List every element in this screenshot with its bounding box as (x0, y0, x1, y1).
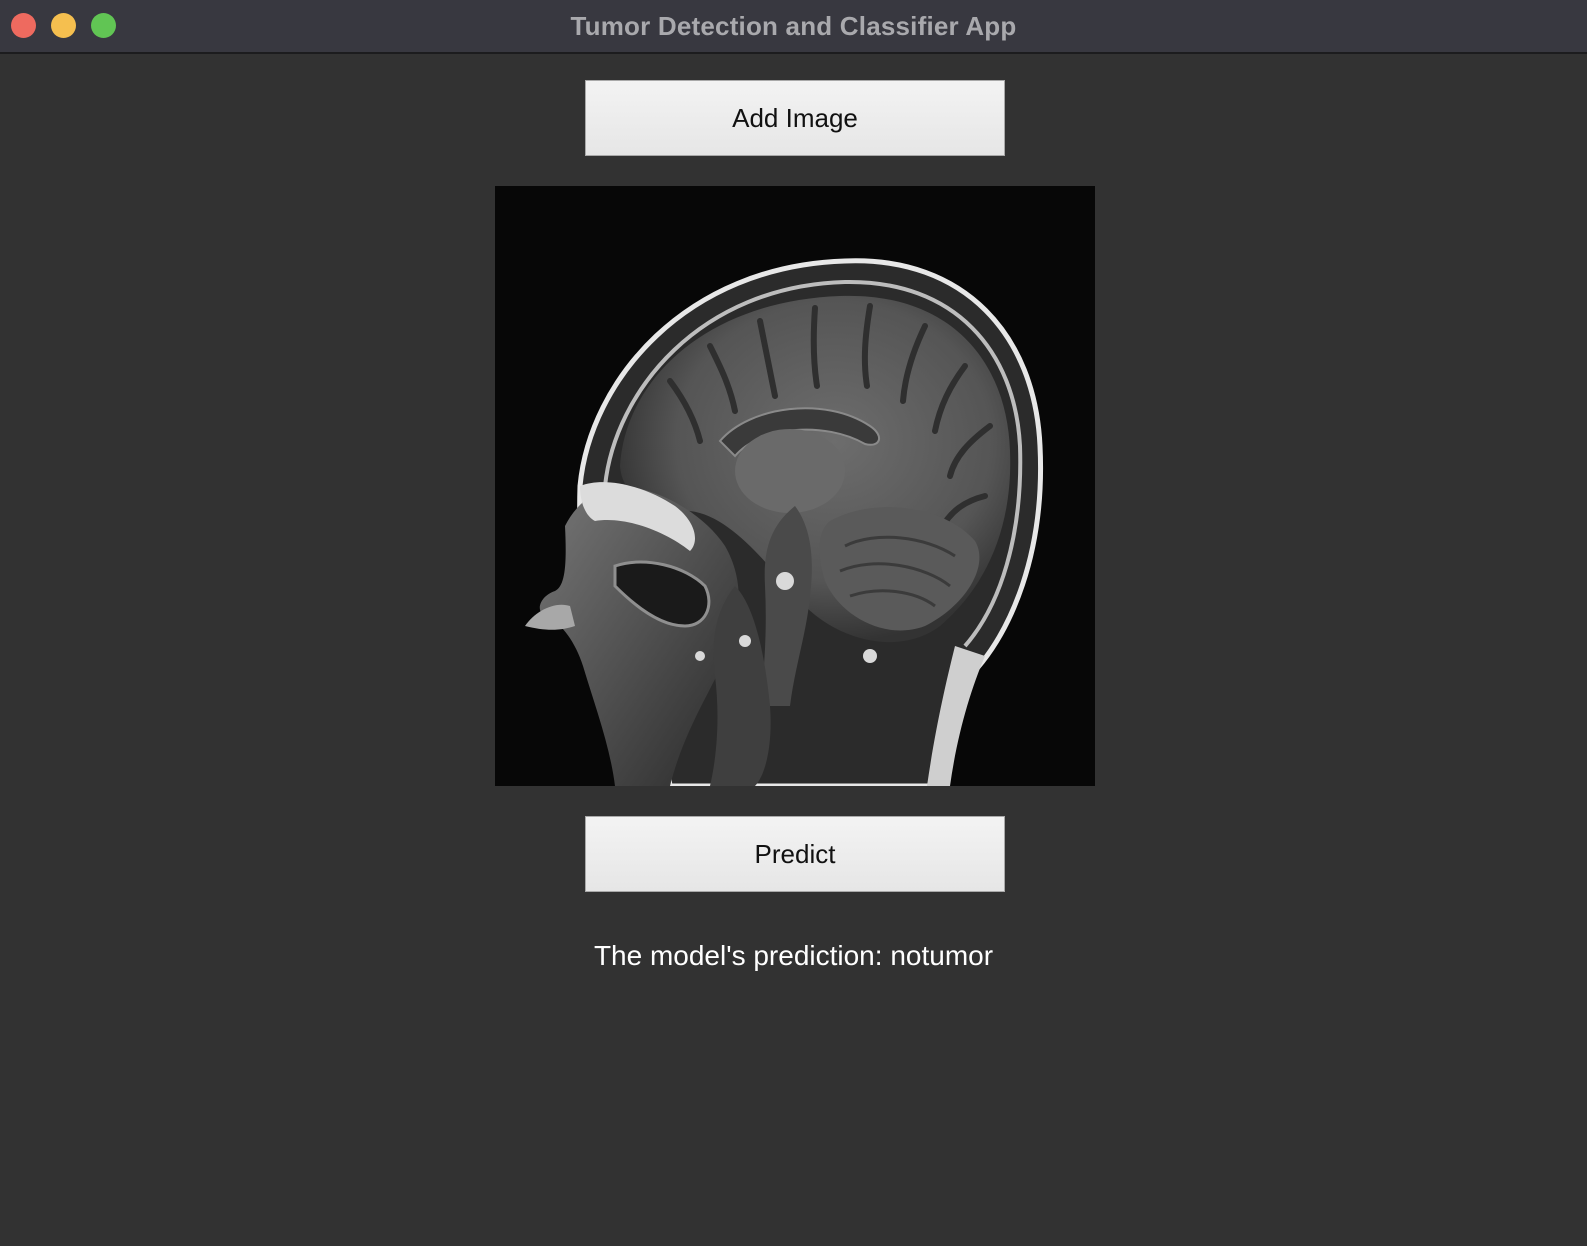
zoom-window-button[interactable] (91, 13, 116, 38)
close-window-button[interactable] (11, 13, 36, 38)
brain-mri-icon (495, 186, 1095, 786)
title-bar[interactable]: Tumor Detection and Classifier App (0, 0, 1587, 54)
window-title: Tumor Detection and Classifier App (570, 10, 1017, 41)
add-image-button[interactable]: Add Image (585, 80, 1005, 156)
app-window: Tumor Detection and Classifier App Add I… (0, 0, 1587, 1246)
prediction-result-text: The model's prediction: notumor (593, 940, 994, 971)
mri-image (495, 186, 1095, 786)
predict-button[interactable]: Predict (585, 816, 1005, 892)
minimize-window-button[interactable] (51, 13, 76, 38)
